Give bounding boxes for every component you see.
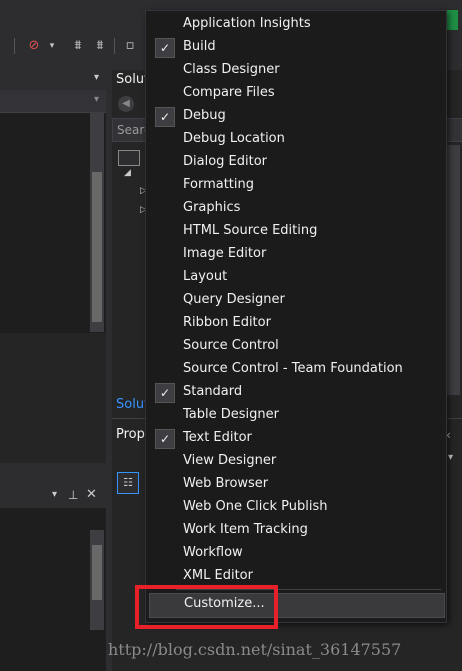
left-lower-area bbox=[0, 333, 106, 463]
menu-item-label: Debug Location bbox=[183, 131, 285, 146]
menu-item-ribbon-editor[interactable]: Ribbon Editor bbox=[146, 313, 446, 336]
menu-item-label: View Designer bbox=[183, 453, 277, 468]
menu-item-build[interactable]: ✓ Build bbox=[146, 37, 446, 60]
menu-item-table-designer[interactable]: Table Designer bbox=[146, 405, 446, 428]
menu-item-graphics[interactable]: Graphics bbox=[146, 198, 446, 221]
menu-item-label: Ribbon Editor bbox=[183, 315, 271, 330]
menu-item-query-designer[interactable]: Query Designer bbox=[146, 290, 446, 313]
menu-item-label: Query Designer bbox=[183, 292, 285, 307]
menu-item-application-insights[interactable]: Application Insights bbox=[146, 14, 446, 37]
menu-item-label: Web One Click Publish bbox=[183, 499, 328, 514]
menu-item-label: Formatting bbox=[183, 177, 255, 192]
left-panel-dropdown[interactable]: ▾ bbox=[0, 90, 106, 113]
menu-item-web-one-click-publish[interactable]: Web One Click Publish bbox=[146, 497, 446, 520]
menu-item-label: HTML Source Editing bbox=[183, 223, 318, 238]
menu-item-label: Source Control - Team Foundation bbox=[183, 361, 403, 376]
menu-item-class-designer[interactable]: Class Designer bbox=[146, 60, 446, 83]
scrollbar-thumb[interactable] bbox=[92, 172, 102, 322]
chevron-down-icon[interactable]: ▾ bbox=[94, 72, 99, 83]
menu-item-label: Standard bbox=[183, 384, 243, 399]
left-panel-header: ▾ bbox=[0, 70, 106, 90]
menu-item-label: Text Editor bbox=[183, 430, 252, 445]
checkmark-icon: ✓ bbox=[155, 429, 175, 449]
menu-item-text-editor[interactable]: ✓ Text Editor bbox=[146, 428, 446, 451]
toolbar-context-menu: Customize... Application Insights ✓ Build C… bbox=[145, 10, 447, 623]
back-icon[interactable]: ◀ bbox=[118, 96, 134, 112]
debug-breakpoints-icon[interactable]: ⊘ bbox=[26, 38, 42, 54]
dropdown-arrow-icon[interactable]: ▾ bbox=[44, 38, 60, 54]
menu-item-web-browser[interactable]: Web Browser bbox=[146, 474, 446, 497]
menu-item-label: Web Browser bbox=[183, 476, 269, 491]
menu-item-source-control-team-foundation[interactable]: Source Control - Team Foundation bbox=[146, 359, 446, 382]
menu-item-label: Workflow bbox=[183, 545, 243, 560]
menu-item-label: Application Insights bbox=[183, 16, 311, 31]
toolbar-separator bbox=[14, 38, 15, 54]
menu-item-label: Graphics bbox=[183, 200, 241, 215]
menu-item-source-control[interactable]: Source Control bbox=[146, 336, 446, 359]
menu-item-view-designer[interactable]: View Designer bbox=[146, 451, 446, 474]
watermark-text: http://blog.csdn.net/sinat_36147557 bbox=[108, 640, 402, 659]
menu-item-label: Work Item Tracking bbox=[183, 522, 308, 537]
chevron-down-icon[interactable]: ▾ bbox=[94, 94, 99, 105]
annotation-highlight-box bbox=[135, 585, 278, 629]
menu-item-label: Image Editor bbox=[183, 246, 267, 261]
menu-item-label: Dialog Editor bbox=[183, 154, 268, 169]
bottom-panel-header: ▾ ⊥ ✕ bbox=[0, 486, 106, 508]
checkmark-icon: ✓ bbox=[155, 38, 175, 58]
menu-item-label: XML Editor bbox=[183, 568, 253, 583]
menu-item-standard[interactable]: ✓ Standard bbox=[146, 382, 446, 405]
toolbar-separator bbox=[114, 38, 115, 54]
remove-bookmark-icon[interactable]: ⩩ bbox=[92, 38, 108, 54]
menu-item-compare-files[interactable]: Compare Files bbox=[146, 83, 446, 106]
menu-item-label: Layout bbox=[183, 269, 228, 284]
toggle-icon[interactable]: ▫ bbox=[122, 38, 138, 54]
menu-item-label: Table Designer bbox=[183, 407, 279, 422]
menu-item-dialog-editor[interactable]: Dialog Editor bbox=[146, 152, 446, 175]
menu-item-formatting[interactable]: Formatting bbox=[146, 175, 446, 198]
chevron-down-icon[interactable]: ▾ bbox=[52, 489, 57, 500]
solution-icon[interactable] bbox=[118, 150, 140, 166]
chevron-down-icon[interactable]: ▾ bbox=[448, 452, 453, 463]
menu-item-label: Source Control bbox=[183, 338, 279, 353]
menu-item-layout[interactable]: Layout bbox=[146, 267, 446, 290]
menu-item-label: Debug bbox=[183, 108, 226, 123]
properties-title: Prop bbox=[116, 427, 145, 442]
menu-item-image-editor[interactable]: Image Editor bbox=[146, 244, 446, 267]
close-icon[interactable]: ✕ bbox=[86, 487, 97, 502]
menu-item-html-source-editing[interactable]: HTML Source Editing bbox=[146, 221, 446, 244]
menu-item-debug-location[interactable]: Debug Location bbox=[146, 129, 446, 152]
menu-item-debug[interactable]: ✓ Debug bbox=[146, 106, 446, 129]
scrollbar-thumb[interactable] bbox=[92, 545, 102, 600]
checkmark-icon: ✓ bbox=[155, 383, 175, 403]
menu-item-work-item-tracking[interactable]: Work Item Tracking bbox=[146, 520, 446, 543]
categorized-icon[interactable]: ☷ bbox=[117, 472, 139, 494]
checkmark-icon: ✓ bbox=[155, 107, 175, 127]
menu-item-label: Class Designer bbox=[183, 62, 280, 77]
menu-item-label: Build bbox=[183, 39, 216, 54]
pin-icon[interactable]: ⊥ bbox=[68, 488, 78, 502]
menu-item-label: Compare Files bbox=[183, 85, 275, 100]
vertical-scrollbar[interactable] bbox=[446, 145, 460, 395]
menu-item-workflow[interactable]: Workflow bbox=[146, 543, 446, 566]
add-bookmark-icon[interactable]: ⩩ bbox=[70, 38, 86, 54]
expand-arrow-icon[interactable]: ◢ bbox=[124, 168, 131, 178]
